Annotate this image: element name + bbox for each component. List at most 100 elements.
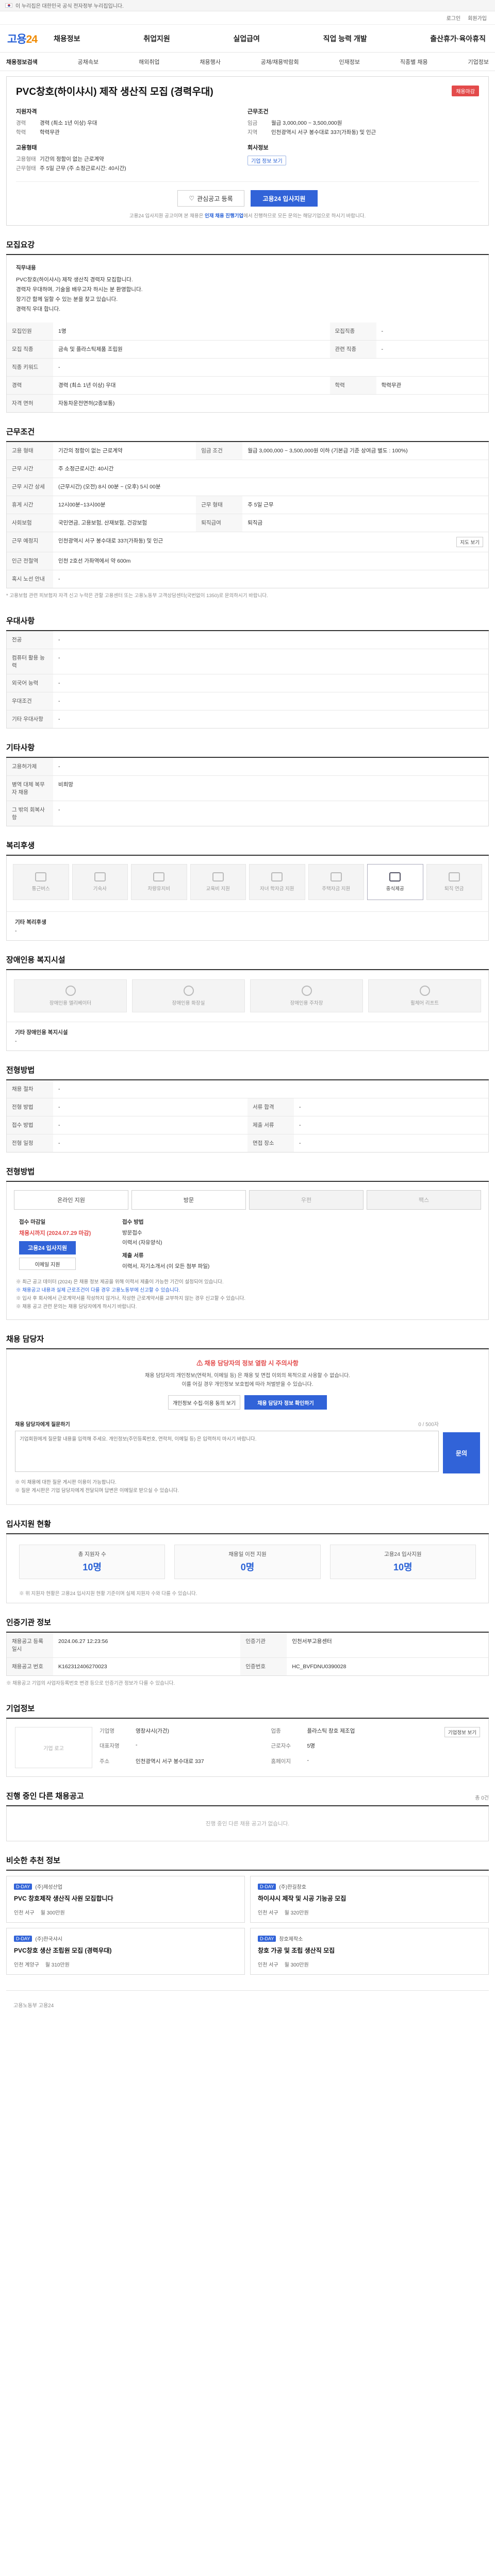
facility-lift: 휠체어 리프트 [368,979,481,1012]
benefit-car: 차량유지비 [131,864,187,900]
stat-total: 총 지원자 수 10명 [19,1545,166,1579]
employment-heading: 고용형태 [16,145,37,151]
apply-online-button[interactable]: 고용24 입사지원 [19,1241,76,1255]
region-value: 인천광역시 서구 봉수대로 337(가좌동) 및 인근 [271,129,376,135]
meal-icon [389,872,401,882]
company-more-button[interactable]: 기업정보 보기 [444,1727,480,1737]
qa-title: 채용 담당자에게 질문하기 [15,1422,70,1428]
etc-table: 고용허가제 - 병역 대체 복무자 채용 비희망 그 밖의 회복사항 - [7,758,488,826]
company-info-link[interactable]: 기업 정보 보기 [248,156,286,165]
subnav-talent[interactable]: 인재정보 [335,58,364,66]
status-section: 인증기관 정보 채용공고 등록일시 2024.06.27 12:23:56 인증기관… [6,1617,489,1689]
site-logo[interactable]: 고용24 [7,31,54,46]
status-table: 채용공고 등록일시 2024.06.27 12:23:56 인증기관 인천서부고용센터… [7,1633,488,1675]
site-header: 고용24 채용정보 취업지원 실업급여 직업 능력 개발 출산휴가·육아휴직 [0,25,495,53]
status-badge: 채용마감 [452,86,479,96]
facility-parking: 장애인용 주차장 [250,979,363,1012]
etc-section: 기타사항 고용허가제 - 병역 대체 복무자 채용 비희망 그 밖의 회복사항 - [6,742,489,826]
employment-type-label: 고용형태 [16,156,36,162]
qa-submit-button[interactable]: 문의 [443,1432,480,1473]
benefits-section: 복리후생 통근버스 기숙사 차량유지비 교육비 지원 자녀 학자금 지원 주택자… [6,840,489,941]
benefit-lunch: 중식제공 [367,864,423,900]
conditions-column: 근무조건 임금 월급 3,000,000 ~ 3,500,000원 지역 인천광역시… [248,107,479,173]
login-link[interactable]: 로그인 [447,14,461,22]
employment-type-value: 기간의 정함이 없는 근로계약 [40,156,104,162]
subnav-occupation[interactable]: 직종별 채용 [396,58,432,66]
method-mail: 우편 [249,1190,364,1210]
wheelchair-icon [419,986,430,996]
similar-section: 비슷한 추천 정보 D-DAY (주)제성산업 PVC 창호제작 생산직 사원 모… [6,1855,489,1975]
disabled-facility-section: 장애인용 복지시설 장애인용 엘리베이터 장애인용 화장실 장애인용 주차장 휠… [6,954,489,1051]
subnav-events[interactable]: 채용행사 [195,58,224,66]
nav-leave[interactable]: 출산휴가·육아휴직 [430,33,486,44]
scrap-label: 관심공고 등록 [197,195,233,202]
education-label: 학력 [16,129,26,135]
similar-job-card[interactable]: D-DAY (주)한국샤시 PVC창호 생산 조립원 모집 (경력우대) 인천 계… [6,1928,245,1975]
section-title: 기업정보 [6,1703,489,1719]
work-type-label: 근무형태 [16,165,36,172]
status-note: ※ 채용공고 기업의 사업자등록번호 변경 등으로 인증기관 정보가 다를 수 … [6,1681,175,1686]
email-apply-button[interactable]: 이메일 지원 [19,1258,76,1270]
career-value: 경력 (최소 1년 이상) 우대 [40,120,97,126]
privacy-view-button[interactable]: 개인정보 수집·이용 동의 보기 [168,1395,240,1410]
apply-method-tabs: 온라인 지원 방문 우편 팩스 [7,1182,488,1210]
contact-check-button[interactable]: 채용 담당자 정보 확인하기 [244,1395,327,1410]
nav-training[interactable]: 직업 능력 개발 [323,33,367,44]
map-button[interactable]: 지도 보기 [456,537,483,547]
apply-notice: 고용24 입사지원 공고이며 본 채용은 인재 채용 진행기업에서 진행하므로 … [129,213,366,219]
heart-icon: ♡ [189,195,195,202]
subnav-public[interactable]: 공채속보 [74,58,103,66]
job-title: PVC창호(하이샤시) 제작 생산직 모집 (경력우대) [16,87,213,97]
contact-section: 채용 담당자 ⚠ 채용 담당자의 정보 열람 시 주의사항 채용 담당자의 개인… [6,1333,489,1505]
company-heading: 회사정보 [248,145,269,151]
gov-banner-text: 이 누리집은 대한민국 공식 전자정부 누리집입니다. [15,4,124,9]
similar-job-card[interactable]: D-DAY (주)제성산업 PVC 창호제작 생산직 사원 모집합니다 인천 서구… [6,1876,245,1923]
benefit-tuition: 자녀 학자금 지원 [249,864,305,900]
job-summary-card: PVC창호(하이샤시) 제작 생산직 모집 (경력우대) 채용마감 지원자격 경… [6,76,489,226]
job-description: 직무내용 PVC창호(하이샤시) 제작 생산직 경력자 모집합니다. 경력자 우… [16,265,143,312]
contact-warning: ⚠ 채용 담당자의 정보 열람 시 주의사항 [196,1360,299,1367]
book-icon [212,872,224,882]
conditions-heading: 근무조건 [248,109,269,115]
apply-button[interactable]: 고용24 입사지원 [251,190,318,207]
wage-value: 월급 3,000,000 ~ 3,500,000원 [271,120,342,126]
section-title: 장애인용 복지시설 [6,954,489,970]
facility-detail: 기타 장애인용 복지시설 - [7,1022,488,1050]
qa-count: 0 / 500자 [418,1422,439,1428]
elevator-icon [65,986,76,996]
subnav-fair[interactable]: 공채/채용박람회 [257,58,303,66]
signup-link[interactable]: 회원가입 [468,14,487,22]
subnav-overseas[interactable]: 해외취업 [135,58,163,66]
section-title: 입사지원 현황 [6,1518,489,1534]
preference-section: 우대사항 전공 - 컴퓨터 활용 능력 - 외국어 능력 - 우대조건 - 기타 우대사… [6,615,489,728]
benefit-housing: 주택자금 지원 [308,864,364,900]
scrap-button[interactable]: ♡ 관심공고 등록 [177,190,244,207]
similar-job-card[interactable]: D-DAY (주)한길창호 하이샤시 제작 및 시공 기능공 모집 인천 서구 월 … [250,1876,489,1923]
section-title: 전형방법 [6,1064,489,1080]
summary-table: 모집인원 1명 모집직종 - 모집 직종 금속 및 플라스틱제품 조립원 관련 직종 - 직… [7,323,488,412]
benefit-shuttle: 통근버스 [13,864,69,900]
deadline: 채용시까지 (2024.07.29 마감) [19,1230,91,1236]
section-title: 우대사항 [6,615,489,631]
benefit-dorm: 기숙사 [72,864,128,900]
main-nav: 채용정보 취업지원 실업급여 직업 능력 개발 출산휴가·육아휴직 [54,33,488,44]
alert-icon: ⚠ [196,1360,205,1367]
work-type-value: 주 5일 근무 (주 소정근로시간: 40시간) [40,165,126,172]
nav-jobs[interactable]: 채용정보 [54,33,80,44]
subnav-search[interactable]: 채용정보검색 [2,58,42,66]
process-table: 채용 절차 - 전형 방법 - 서류 합격 - 접수 방법 - 제출 서류 - 전형 일정 - 면… [7,1080,488,1152]
nav-support[interactable]: 취업지원 [143,33,170,44]
similar-job-card[interactable]: D-DAY 창호제작소 창호 가공 및 조립 생산직 모집 인천 서구 월 300만… [250,1928,489,1975]
section-title: 근무조건 [6,426,489,442]
method-fax: 팩스 [367,1190,481,1210]
method-online[interactable]: 온라인 지원 [14,1190,128,1210]
method-visit[interactable]: 방문 [131,1190,246,1210]
process-section: 전형방법 채용 절차 - 전형 방법 - 서류 합격 - 접수 방법 - 제출 서류 - 전형… [6,1064,489,1153]
section-title: 기타사항 [6,742,489,758]
utility-bar: 로그인 회원가입 [0,11,495,25]
subnav-company[interactable]: 기업정보 [464,58,492,66]
conditions-table: 고용 형태 기간의 정함이 없는 근로계약 임금 조건 월급 3,000,000 ~ … [7,442,488,588]
qa-textarea[interactable] [15,1431,439,1472]
nav-benefit[interactable]: 실업급여 [233,33,260,44]
flag-icon [5,3,12,8]
